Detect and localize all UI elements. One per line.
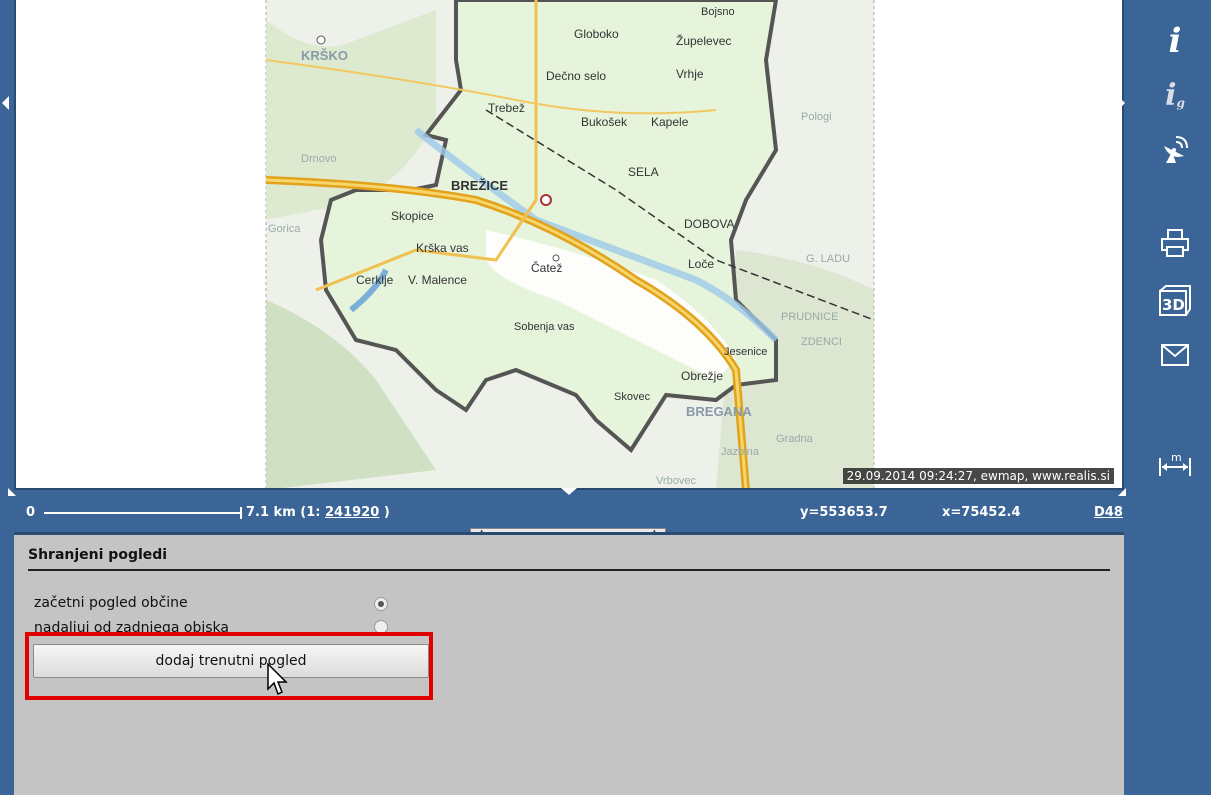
info-g-glyph: i <box>1165 77 1177 113</box>
label-dobova: DOBOVA <box>684 217 734 231</box>
label-jesenice: Jesenice <box>724 346 767 358</box>
label-brezice: BREŽICE <box>451 178 508 193</box>
label-trebez: Trebež <box>488 101 525 115</box>
info-geo-icon[interactable]: ig <box>1158 77 1192 113</box>
right-toolbar: i ig 3D m <box>1126 0 1211 795</box>
info-glyph: i <box>1168 21 1182 61</box>
scale-zero: 0 <box>26 505 36 520</box>
label-velike-malence: V. Malence <box>408 273 467 287</box>
measure-icon[interactable]: m <box>1158 448 1192 482</box>
scale-bar <box>44 512 240 514</box>
add-current-view-button[interactable]: dodaj trenutni pogled <box>33 644 429 678</box>
label-gradna: Gradna <box>776 433 814 445</box>
label-g-ladu: G. LADU <box>806 253 850 265</box>
label-zdenci: ZDENCI <box>801 336 842 348</box>
label-desno-selo: Dečno selo <box>546 69 606 83</box>
3d-view-icon[interactable]: 3D <box>1158 284 1192 318</box>
option-initial-view-radio[interactable] <box>374 597 388 611</box>
panel-title: Shranjeni pogledi <box>28 547 1110 571</box>
label-loce: Loče <box>688 257 714 271</box>
print-icon[interactable] <box>1158 226 1192 260</box>
label-drnovo: Drnovo <box>301 153 336 165</box>
brezice-marker <box>540 194 552 206</box>
pan-down-arrow-icon[interactable] <box>561 488 577 495</box>
label-bukosek: Bukošek <box>581 115 628 129</box>
coordinate-x: x=75452.4 <box>942 505 1021 520</box>
datum-link[interactable]: D48 <box>1094 505 1123 520</box>
option-initial-view-label: začetni pogled občine <box>34 595 188 611</box>
label-sobenja-vas: Sobenja vas <box>514 321 575 333</box>
label-zupelevec: Župelevec <box>676 33 731 48</box>
label-globoko: Globoko <box>574 27 619 41</box>
label-obrezje: Obrežje <box>681 369 723 383</box>
scale-readout: 7.1 km (1: 241920 ) <box>246 505 390 520</box>
label-skovec: Skovec <box>614 391 651 403</box>
mail-icon[interactable] <box>1158 338 1192 372</box>
satellite-dish-icon[interactable] <box>1158 130 1192 164</box>
label-vrhje: Vrhje <box>676 67 704 81</box>
label-krsko: KRŠKO <box>301 48 348 63</box>
label-cerklje: Cerklje <box>356 273 394 287</box>
info-icon[interactable]: i <box>1158 21 1192 61</box>
label-vrbovec: Vrbovec <box>656 475 696 487</box>
map-canvas[interactable]: BREŽICE KRŠKO BREGANA DOBOVA Čatež Skopi… <box>16 0 1124 490</box>
left-strip <box>0 0 8 795</box>
pan-left-arrow-icon[interactable] <box>2 96 9 110</box>
label-krska-vas: Krška vas <box>416 241 469 255</box>
status-bar: 0 7.1 km (1: 241920 ) y=553653.7 x=75452… <box>14 498 1124 528</box>
label-sela: SELA <box>628 165 659 179</box>
map-timestamp: 29.09.2014 09:24:27, ewmap, www.realis.s… <box>842 468 1114 484</box>
map-view[interactable]: BREŽICE KRŠKO BREGANA DOBOVA Čatež Skopi… <box>14 0 1124 490</box>
label-catez: Čatež <box>531 260 562 275</box>
measure-unit-label: m <box>1171 451 1182 464</box>
label-pologi: Pologi <box>801 111 832 123</box>
info-g-subscript: g <box>1176 96 1185 110</box>
label-skopice: Skopice <box>391 209 434 223</box>
scale-close: ) <box>383 505 390 520</box>
pan-right-arrow-icon[interactable] <box>1118 96 1125 110</box>
scale-bar-end <box>240 507 242 519</box>
label-kapele: Kapele <box>651 115 689 129</box>
label-prudnice: PRUDNICE <box>781 311 838 323</box>
saved-views-panel: Shranjeni pogledi začetni pogled občine … <box>14 532 1124 795</box>
mouse-cursor-icon <box>267 663 288 696</box>
label-jazbina: Jazbina <box>721 446 760 458</box>
coordinate-y: y=553653.7 <box>800 505 888 520</box>
krsko-marker <box>316 35 326 45</box>
3d-label: 3D <box>1162 296 1185 314</box>
scale-ratio-link[interactable]: 241920 <box>325 505 379 520</box>
label-bojsno: Bojsno <box>701 6 735 18</box>
label-gorica: Gorica <box>268 223 301 235</box>
label-bregana: BREGANA <box>686 404 752 419</box>
scale-distance: 7.1 km (1: <box>246 505 321 520</box>
